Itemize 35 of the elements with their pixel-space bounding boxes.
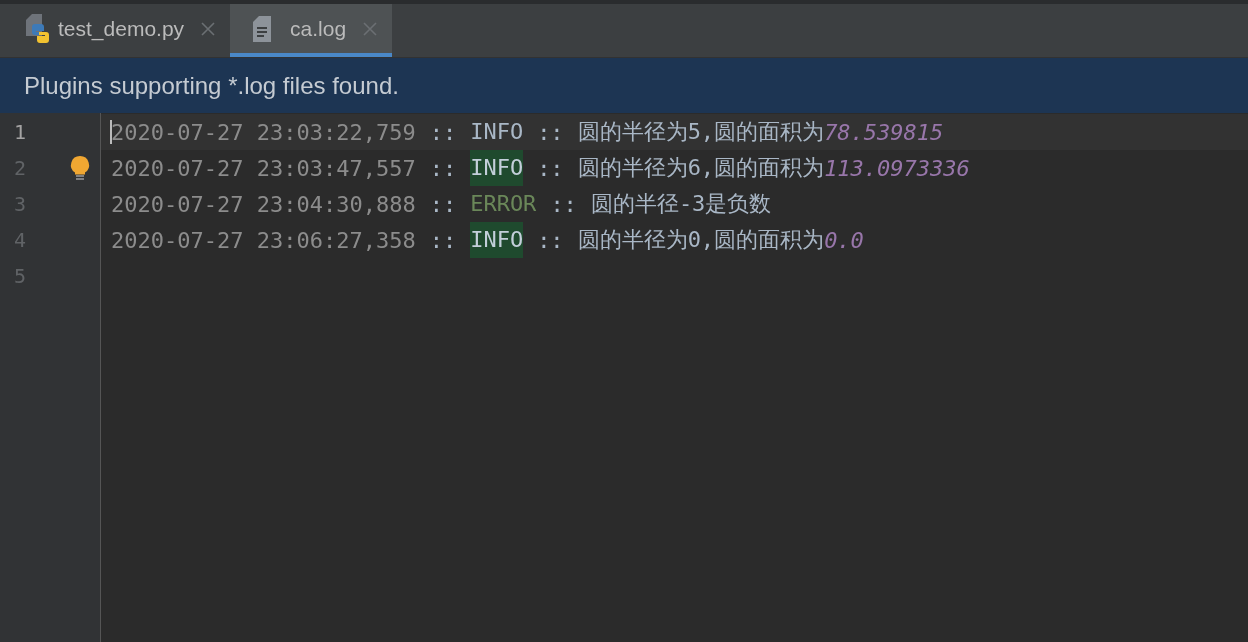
tab-label: ca.log — [290, 16, 347, 41]
line-number: 1 — [13, 119, 28, 146]
log-separator: :: — [550, 191, 577, 217]
text-caret — [110, 120, 112, 144]
log-timestamp: 2020-07-27 23:06:27,358 — [111, 227, 416, 253]
log-separator: :: — [429, 227, 457, 253]
log-message: 圆的半径为0,圆的面积为 — [577, 226, 825, 254]
log-separator: :: — [537, 119, 564, 145]
log-number: 78.539815 — [824, 119, 944, 145]
log-level: INFO — [470, 150, 524, 186]
text-file-icon — [252, 15, 273, 42]
log-timestamp: 2020-07-27 23:04:30,888 — [111, 191, 416, 217]
close-icon[interactable] — [362, 20, 379, 37]
editor-tab[interactable]: ca.log — [230, 4, 393, 57]
log-number: 0.0 — [824, 227, 864, 253]
log-separator: :: — [537, 155, 564, 181]
lightbulb-icon[interactable] — [69, 155, 91, 181]
log-timestamp: 2020-07-27 23:03:22,759 — [111, 119, 416, 145]
editor-tab[interactable]: test_demo.py — [0, 4, 231, 57]
close-icon[interactable] — [200, 20, 217, 37]
python-file-icon — [24, 13, 50, 44]
tab-label: test_demo.py — [58, 16, 185, 41]
log-message: 圆的半径为6,圆的面积为 — [577, 154, 825, 182]
log-number: 113.0973336 — [824, 155, 970, 181]
log-timestamp: 2020-07-27 23:03:47,557 — [111, 155, 416, 181]
log-message: 圆的半径为5,圆的面积为 — [577, 118, 825, 146]
log-separator: :: — [429, 155, 457, 181]
log-level: INFO — [470, 118, 524, 146]
log-separator: :: — [537, 227, 564, 253]
log-separator: :: — [429, 191, 457, 217]
log-level: INFO — [470, 222, 524, 258]
log-level: ERROR — [470, 190, 537, 218]
log-separator: :: — [429, 119, 457, 145]
banner-text: Plugins supporting *.log files found. — [24, 71, 399, 100]
log-message: 圆的半径-3是负数 — [590, 190, 772, 218]
